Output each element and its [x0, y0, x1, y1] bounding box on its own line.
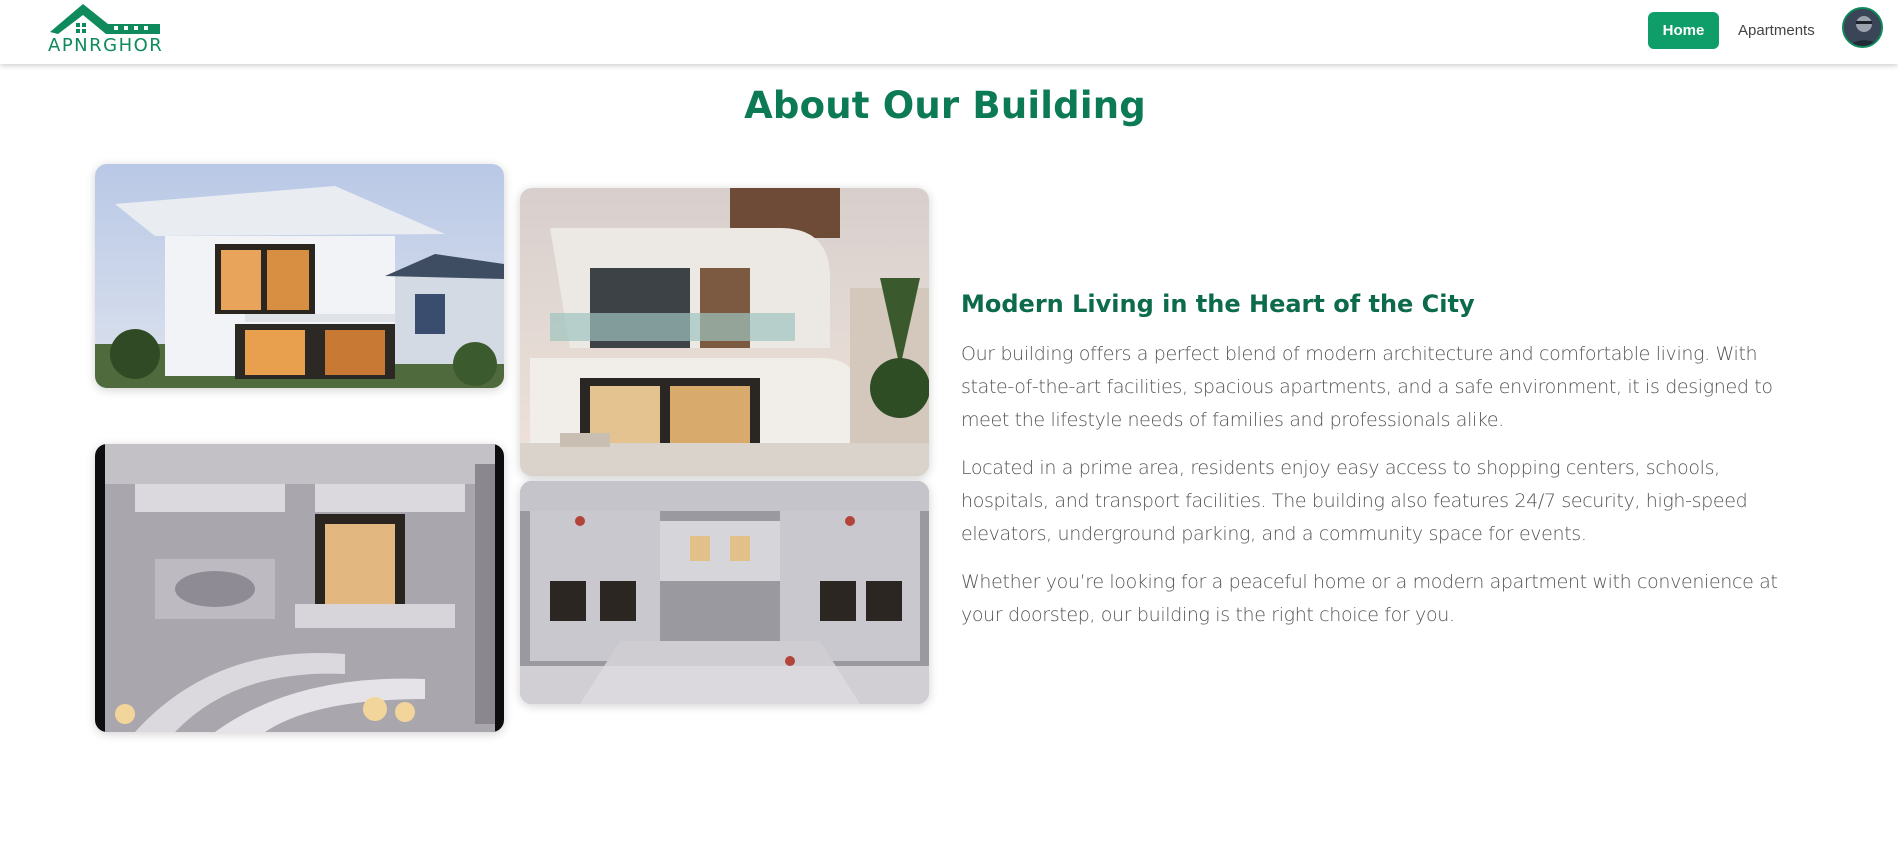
nav-home-button[interactable]: Home	[1648, 12, 1719, 49]
building-photo-4	[520, 481, 929, 704]
about-paragraph-3: Whether you’re looking for a peaceful ho…	[961, 571, 1778, 626]
user-avatar[interactable]	[1842, 7, 1883, 48]
nav-apartments-link[interactable]: Apartments	[1738, 12, 1815, 49]
building-photo-1	[95, 164, 504, 388]
courtyard-mansion-image	[520, 481, 929, 704]
user-avatar-icon	[1844, 9, 1881, 46]
navbar: APNRGHOR Home Apartments	[0, 0, 1898, 64]
about-paragraph-1: Our building offers a perfect blend of m…	[961, 343, 1773, 431]
page-title: About Our Building	[744, 84, 1146, 127]
classic-mansion-image	[95, 444, 504, 732]
about-subtitle: Modern Living in the Heart of the City	[961, 290, 1475, 318]
brand-name: APNRGHOR	[48, 35, 164, 56]
building-photo-3	[95, 444, 504, 732]
modern-villa-image	[95, 164, 504, 388]
about-paragraph-2: Located in a prime area, residents enjoy…	[961, 457, 1748, 545]
brand-logo[interactable]: APNRGHOR	[48, 2, 164, 56]
curved-villa-image	[520, 188, 929, 476]
house-logo-icon	[50, 4, 160, 34]
about-section: Modern Living in the Heart of the City O…	[961, 290, 1791, 647]
building-photo-2	[520, 188, 929, 476]
